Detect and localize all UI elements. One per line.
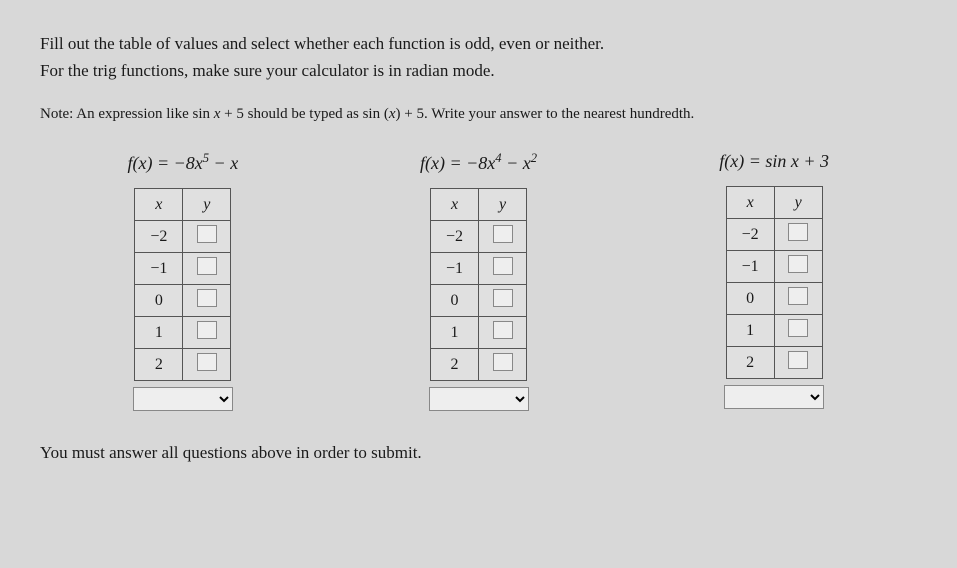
note-text: Note: An expression like sin x + 5 shoul… <box>40 106 917 123</box>
table-row: 0 <box>431 285 479 317</box>
y-input[interactable] <box>493 257 513 275</box>
table-1: xy −2 −1 0 1 2 <box>134 188 231 381</box>
formula-2: f(x) = −8x4 − x2 <box>420 151 537 174</box>
y-input[interactable] <box>788 255 808 273</box>
instructions-line-2: For the trig functions, make sure your c… <box>40 57 917 84</box>
y-input[interactable] <box>788 287 808 305</box>
table-row: 1 <box>431 317 479 349</box>
problem-3: f(x) = sin x + 3 xy −2 −1 0 1 2 <box>641 151 907 411</box>
table-row: −2 <box>431 221 479 253</box>
table-row: −1 <box>726 251 774 283</box>
parity-select-1[interactable] <box>133 387 233 411</box>
table-row: −1 <box>135 253 183 285</box>
y-input[interactable] <box>197 353 217 371</box>
y-input[interactable] <box>197 257 217 275</box>
footer-text: You must answer all questions above in o… <box>40 443 917 463</box>
table-row: 1 <box>135 317 183 349</box>
y-input[interactable] <box>493 353 513 371</box>
table-3: xy −2 −1 0 1 2 <box>726 186 823 379</box>
instructions-line-1: Fill out the table of values and select … <box>40 30 917 57</box>
table-row: −2 <box>726 219 774 251</box>
header-y: y <box>774 187 822 219</box>
table-row: 0 <box>135 285 183 317</box>
table-row: 1 <box>726 315 774 347</box>
y-input[interactable] <box>493 321 513 339</box>
table-row: −1 <box>431 253 479 285</box>
table-row: 2 <box>726 347 774 379</box>
formula-3: f(x) = sin x + 3 <box>719 151 829 172</box>
table-2: xy −2 −1 0 1 2 <box>430 188 527 381</box>
formula-1: f(x) = −8x5 − x <box>127 151 238 174</box>
header-x: x <box>135 189 183 221</box>
table-row: 2 <box>431 349 479 381</box>
parity-select-3[interactable] <box>724 385 824 409</box>
table-row: 0 <box>726 283 774 315</box>
table-row: −2 <box>135 221 183 253</box>
table-row: 2 <box>135 349 183 381</box>
y-input[interactable] <box>788 223 808 241</box>
y-input[interactable] <box>197 321 217 339</box>
parity-select-2[interactable] <box>429 387 529 411</box>
y-input[interactable] <box>493 289 513 307</box>
y-input[interactable] <box>788 351 808 369</box>
problem-2: f(x) = −8x4 − x2 xy −2 −1 0 1 2 <box>346 151 612 411</box>
header-x: x <box>726 187 774 219</box>
y-input[interactable] <box>493 225 513 243</box>
problem-1: f(x) = −8x5 − x xy −2 −1 0 1 2 <box>50 151 316 411</box>
header-y: y <box>183 189 231 221</box>
y-input[interactable] <box>197 289 217 307</box>
y-input[interactable] <box>197 225 217 243</box>
y-input[interactable] <box>788 319 808 337</box>
header-y: y <box>479 189 527 221</box>
header-x: x <box>431 189 479 221</box>
